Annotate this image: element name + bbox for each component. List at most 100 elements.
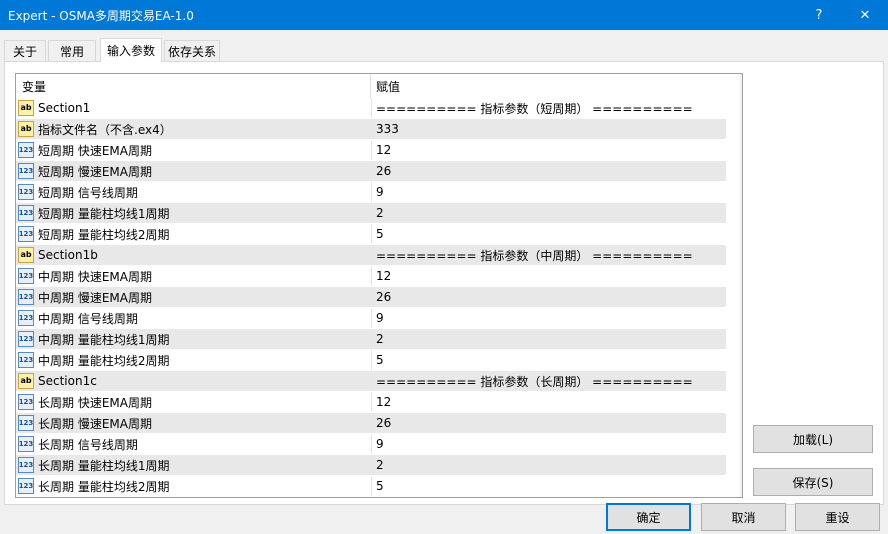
variable-cell: 123 短周期 信号线周期: [16, 182, 370, 202]
number-type-icon: 123: [18, 310, 34, 326]
value-cell[interactable]: 9: [371, 434, 726, 454]
variable-name: 中周期 信号线周期: [38, 311, 138, 326]
save-button[interactable]: 保存(S): [753, 468, 873, 496]
table-row[interactable]: ab Section1c ========== 指标参数（长周期） ========…: [16, 371, 726, 392]
number-type-icon: 123: [18, 142, 34, 158]
scroll-down-icon[interactable]: ▼: [740, 480, 742, 497]
number-type-icon: 123: [18, 331, 34, 347]
value-cell[interactable]: 12: [371, 140, 726, 160]
value-cell[interactable]: 5: [371, 350, 726, 370]
value-cell[interactable]: ========== 指标参数（中周期） ==========: [371, 245, 726, 265]
value-cell[interactable]: 26: [371, 161, 726, 181]
vertical-scrollbar[interactable]: ▲ ▼: [740, 74, 743, 497]
number-type-icon: 123: [18, 226, 34, 242]
value-cell[interactable]: 2: [371, 203, 726, 223]
ok-button[interactable]: 确定: [606, 503, 691, 531]
table-row[interactable]: 123 长周期 量能柱均线1周期 2: [16, 455, 726, 476]
table-row[interactable]: ab Section1b ========== 指标参数（中周期） ========…: [16, 245, 726, 266]
variable-cell: 123 中周期 快速EMA周期: [16, 266, 370, 286]
number-type-icon: 123: [18, 436, 34, 452]
table-row[interactable]: ab 指标文件名（不含.ex4） 333: [16, 119, 726, 140]
close-button[interactable]: ✕: [842, 0, 888, 30]
tab-common[interactable]: 常用: [48, 40, 96, 61]
variable-name: 长周期 量能柱均线1周期: [38, 458, 170, 473]
string-type-icon: ab: [18, 247, 34, 263]
variable-cell: ab 指标文件名（不含.ex4）: [16, 119, 370, 139]
string-type-icon: ab: [18, 100, 34, 116]
variable-cell: 123 中周期 慢速EMA周期: [16, 287, 370, 307]
variable-cell: 123 长周期 慢速EMA周期: [16, 413, 370, 433]
value-cell[interactable]: 26: [371, 287, 726, 307]
variable-name: 中周期 量能柱均线2周期: [38, 353, 170, 368]
table-row[interactable]: 123 长周期 慢速EMA周期 26: [16, 413, 726, 434]
number-type-icon: 123: [18, 268, 34, 284]
table-row[interactable]: 123 中周期 慢速EMA周期 26: [16, 287, 726, 308]
value-cell[interactable]: 333: [371, 119, 726, 139]
number-type-icon: 123: [18, 289, 34, 305]
title-bar: Expert - OSMA多周期交易EA-1.0 ? ✕: [0, 0, 888, 30]
number-type-icon: 123: [18, 352, 34, 368]
cancel-button[interactable]: 取消: [701, 503, 786, 531]
table-row[interactable]: 123 长周期 量能柱均线2周期 5: [16, 476, 726, 497]
variable-cell: 123 中周期 量能柱均线1周期: [16, 329, 370, 349]
parameters-grid: 变量 赋值 ab Section1 ========== 指标参数（短周期） ===…: [15, 73, 743, 498]
number-type-icon: 123: [18, 415, 34, 431]
load-button[interactable]: 加载(L): [753, 425, 873, 453]
variable-cell: 123 短周期 快速EMA周期: [16, 140, 370, 160]
variable-name: 长周期 慢速EMA周期: [38, 416, 152, 431]
value-cell[interactable]: 5: [371, 224, 726, 244]
value-cell[interactable]: 26: [371, 413, 726, 433]
value-cell[interactable]: 12: [371, 266, 726, 286]
number-type-icon: 123: [18, 457, 34, 473]
table-row[interactable]: 123 短周期 快速EMA周期 12: [16, 140, 726, 161]
value-cell[interactable]: ========== 指标参数（长周期） ==========: [371, 371, 726, 391]
grid-header: 变量 赋值: [16, 74, 726, 98]
variable-name: 短周期 信号线周期: [38, 185, 138, 200]
number-type-icon: 123: [18, 205, 34, 221]
tab-inputs[interactable]: 输入参数: [100, 38, 162, 62]
table-row[interactable]: 123 长周期 信号线周期 9: [16, 434, 726, 455]
variable-name: 短周期 量能柱均线2周期: [38, 227, 170, 242]
string-type-icon: ab: [18, 373, 34, 389]
variable-name: Section1b: [38, 248, 98, 262]
column-header-variable[interactable]: 变量: [22, 78, 46, 95]
scroll-thumb[interactable]: [742, 91, 743, 276]
variable-cell: 123 中周期 信号线周期: [16, 308, 370, 328]
value-cell[interactable]: 5: [371, 476, 726, 496]
tab-about[interactable]: 关于: [4, 40, 46, 61]
tab-dependencies[interactable]: 依存关系: [164, 40, 220, 61]
number-type-icon: 123: [18, 184, 34, 200]
reset-button[interactable]: 重设: [795, 503, 880, 531]
table-row[interactable]: 123 中周期 信号线周期 9: [16, 308, 726, 329]
value-cell[interactable]: 2: [371, 329, 726, 349]
value-cell[interactable]: 9: [371, 308, 726, 328]
table-row[interactable]: 123 长周期 快速EMA周期 12: [16, 392, 726, 413]
table-row[interactable]: 123 短周期 量能柱均线2周期 5: [16, 224, 726, 245]
grid-rows: ab Section1 ========== 指标参数（短周期） =========…: [16, 98, 726, 497]
column-header-value[interactable]: 赋值: [376, 78, 400, 95]
help-button[interactable]: ?: [796, 0, 842, 30]
variable-name: 中周期 慢速EMA周期: [38, 290, 152, 305]
window-title: Expert - OSMA多周期交易EA-1.0: [8, 9, 194, 23]
table-row[interactable]: 123 中周期 量能柱均线1周期 2: [16, 329, 726, 350]
table-row[interactable]: ab Section1 ========== 指标参数（短周期） =========…: [16, 98, 726, 119]
scroll-up-icon[interactable]: ▲: [740, 74, 742, 91]
table-row[interactable]: 123 短周期 量能柱均线1周期 2: [16, 203, 726, 224]
variable-cell: 123 长周期 信号线周期: [16, 434, 370, 454]
table-row[interactable]: 123 短周期 信号线周期 9: [16, 182, 726, 203]
table-row[interactable]: 123 短周期 慢速EMA周期 26: [16, 161, 726, 182]
value-cell[interactable]: 12: [371, 392, 726, 412]
value-cell[interactable]: 9: [371, 182, 726, 202]
table-row[interactable]: 123 中周期 快速EMA周期 12: [16, 266, 726, 287]
variable-name: 中周期 量能柱均线1周期: [38, 332, 170, 347]
variable-cell: 123 短周期 慢速EMA周期: [16, 161, 370, 181]
variable-name: 短周期 量能柱均线1周期: [38, 206, 170, 221]
table-row[interactable]: 123 中周期 量能柱均线2周期 5: [16, 350, 726, 371]
value-cell[interactable]: 2: [371, 455, 726, 475]
variable-name: 中周期 快速EMA周期: [38, 269, 152, 284]
value-cell[interactable]: ========== 指标参数（短周期） ==========: [371, 98, 726, 118]
variable-cell: 123 短周期 量能柱均线1周期: [16, 203, 370, 223]
variable-cell: 123 长周期 量能柱均线2周期: [16, 476, 370, 496]
variable-cell: 123 长周期 量能柱均线1周期: [16, 455, 370, 475]
number-type-icon: 123: [18, 163, 34, 179]
